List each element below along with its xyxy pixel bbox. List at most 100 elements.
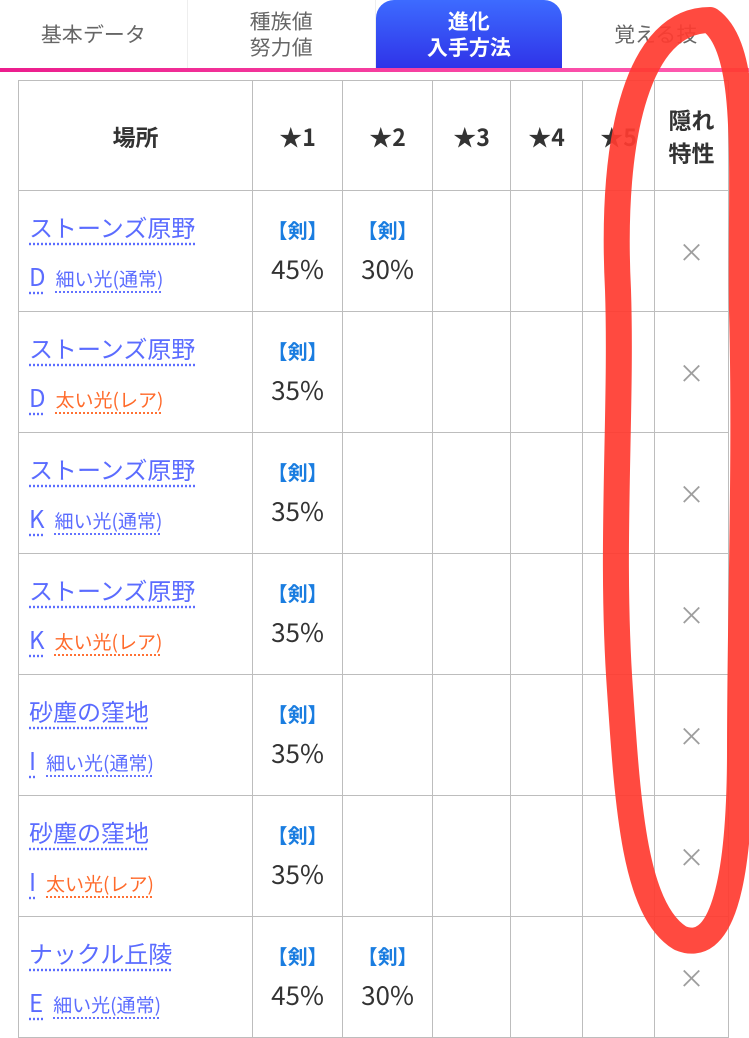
location-link[interactable]: ナックル丘陵 <box>29 935 172 970</box>
x-mark-icon: × <box>678 475 704 512</box>
x-mark-icon: × <box>678 838 704 875</box>
beam-normal-link[interactable]: 細い光(通常) <box>56 265 164 292</box>
table-row: 砂塵の窪地 I 太い光(レア) 【剣】 35% × <box>19 796 729 917</box>
beam-normal-link[interactable]: 細い光(通常) <box>53 991 161 1018</box>
game-tag: 【剣】 <box>259 457 336 486</box>
cell-hidden-ability: × <box>655 675 729 796</box>
col-star1: ★1 <box>253 81 343 191</box>
den-letter-link[interactable]: I <box>29 742 36 777</box>
location-link[interactable]: ストーンズ原野 <box>29 330 195 365</box>
encounter-rate: 35% <box>271 492 324 529</box>
location-link[interactable]: ストーンズ原野 <box>29 451 195 486</box>
location-link[interactable]: ストーンズ原野 <box>29 209 195 244</box>
cell-star1: 【剣】 35% <box>253 796 343 917</box>
cell-star2: 【剣】 30% <box>343 191 433 312</box>
cell-hidden-ability: × <box>655 312 729 433</box>
game-tag: 【剣】 <box>259 336 336 365</box>
cell-star1: 【剣】 35% <box>253 433 343 554</box>
cell-star1: 【剣】 35% <box>253 554 343 675</box>
cell-star2 <box>343 796 433 917</box>
cell-star3 <box>433 312 511 433</box>
tab-stats[interactable]: 種族値努力値 <box>188 0 376 68</box>
den-letter-link[interactable]: D <box>29 379 46 414</box>
x-mark-icon: × <box>678 717 704 754</box>
den-letter-link[interactable]: I <box>29 863 36 898</box>
encounter-rate: 35% <box>271 613 324 650</box>
game-tag: 【剣】 <box>259 215 336 244</box>
table-row: ナックル丘陵 E 細い光(通常) 【剣】 45% 【剣】30% × <box>19 917 729 1038</box>
beam-rare-link[interactable]: 太い光(レア) <box>55 628 163 655</box>
cell-place: 砂塵の窪地 I 細い光(通常) <box>19 675 253 796</box>
col-place: 場所 <box>19 81 253 191</box>
cell-place: 砂塵の窪地 I 太い光(レア) <box>19 796 253 917</box>
table-wrap: 場所 ★1 ★2 ★3 ★4 ★5 隠れ特性 ストーンズ原野 D 細い光(通常) 【剣… <box>0 72 749 1038</box>
beam-rare-link[interactable]: 太い光(レア) <box>46 870 154 897</box>
cell-star3 <box>433 675 511 796</box>
table-row: ストーンズ原野 K 細い光(通常) 【剣】 35% × <box>19 433 729 554</box>
cell-star5 <box>583 191 655 312</box>
table-row: ストーンズ原野 D 太い光(レア) 【剣】 35% × <box>19 312 729 433</box>
tab-moves[interactable]: 覚える技 <box>562 0 749 68</box>
encounter-rate: 35% <box>271 371 324 408</box>
cell-place: ストーンズ原野 K 太い光(レア) <box>19 554 253 675</box>
cell-star3 <box>433 554 511 675</box>
encounter-rate: 35% <box>271 855 324 892</box>
col-star3: ★3 <box>433 81 511 191</box>
beam-normal-link[interactable]: 細い光(通常) <box>46 749 154 776</box>
location-link[interactable]: 砂塵の窪地 <box>29 814 149 849</box>
cell-hidden-ability: × <box>655 554 729 675</box>
col-hidden-ability: 隠れ特性 <box>655 81 729 191</box>
location-link[interactable]: ストーンズ原野 <box>29 572 195 607</box>
cell-star4 <box>511 796 583 917</box>
cell-star2 <box>343 312 433 433</box>
encounter-table: 場所 ★1 ★2 ★3 ★4 ★5 隠れ特性 ストーンズ原野 D 細い光(通常) 【剣… <box>18 80 729 1038</box>
cell-star5 <box>583 433 655 554</box>
x-mark-icon: × <box>678 959 704 996</box>
col-star5: ★5 <box>583 81 655 191</box>
encounter-rate: 45% <box>271 976 324 1013</box>
game-tag: 【剣】 <box>259 820 336 849</box>
encounter-rate: 30% <box>361 250 414 287</box>
game-tag: 【剣】 <box>259 578 336 607</box>
cell-star4 <box>511 554 583 675</box>
cell-star2 <box>343 554 433 675</box>
table-row: ストーンズ原野 K 太い光(レア) 【剣】 35% × <box>19 554 729 675</box>
encounter-rate: 45% <box>271 250 324 287</box>
cell-star1: 【剣】 35% <box>253 312 343 433</box>
den-letter-link[interactable]: E <box>29 984 43 1019</box>
cell-star2: 【剣】30% <box>343 917 433 1038</box>
cell-star4 <box>511 675 583 796</box>
tab-evolution-obtain[interactable]: 進化入手方法 <box>376 0 563 68</box>
cell-star3 <box>433 917 511 1038</box>
game-tag: 【剣】 <box>349 941 426 970</box>
location-link[interactable]: 砂塵の窪地 <box>29 693 149 728</box>
cell-star5 <box>583 554 655 675</box>
game-tag: 【剣】 <box>259 941 336 970</box>
encounter-rate: 35% <box>271 734 324 771</box>
game-tag: 【剣】 <box>259 699 336 728</box>
cell-star5 <box>583 675 655 796</box>
cell-star2 <box>343 433 433 554</box>
tab-basic-data[interactable]: 基本データ <box>0 0 188 68</box>
cell-star4 <box>511 433 583 554</box>
game-tag: 【剣】 <box>349 215 426 244</box>
cell-star5 <box>583 796 655 917</box>
x-mark-icon: × <box>678 596 704 633</box>
col-star2: ★2 <box>343 81 433 191</box>
den-letter-link[interactable]: K <box>29 621 45 656</box>
tab-bar: 基本データ 種族値努力値 進化入手方法 覚える技 <box>0 0 749 72</box>
col-star4: ★4 <box>511 81 583 191</box>
cell-place: ナックル丘陵 E 細い光(通常) <box>19 917 253 1038</box>
cell-star4 <box>511 191 583 312</box>
cell-star5 <box>583 312 655 433</box>
cell-star1: 【剣】 35% <box>253 675 343 796</box>
table-row: 砂塵の窪地 I 細い光(通常) 【剣】 35% × <box>19 675 729 796</box>
beam-normal-link[interactable]: 細い光(通常) <box>55 507 163 534</box>
cell-star3 <box>433 433 511 554</box>
table-row: ストーンズ原野D細い光(通常)【剣】45%【剣】30%× <box>19 191 729 312</box>
den-letter-link[interactable]: D <box>29 258 46 293</box>
beam-rare-link[interactable]: 太い光(レア) <box>56 386 164 413</box>
den-letter-link[interactable]: K <box>29 500 45 535</box>
cell-star3 <box>433 796 511 917</box>
cell-star1: 【剣】 45% <box>253 191 343 312</box>
